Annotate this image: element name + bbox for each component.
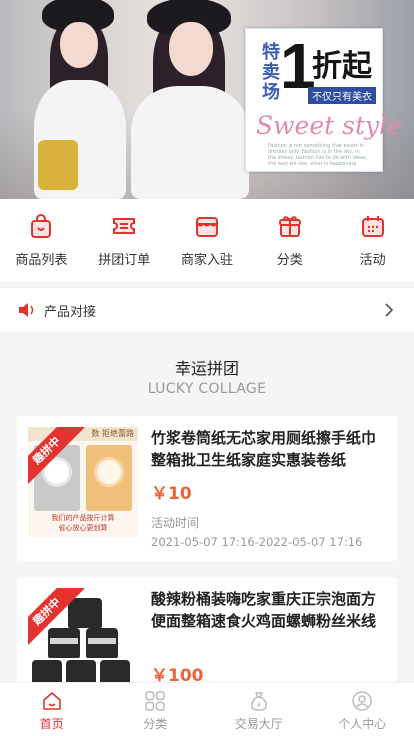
promo-tag: 不仅只有美衣 (308, 87, 376, 104)
user-icon (352, 691, 372, 711)
quicknav-label: 分类 (276, 253, 303, 268)
product-card[interactable]: 趣拼中 酸辣粉桶装嗨吃家重庆正宗泡面方便面整箱速食火鸡面螺蛳粉丝米线 ￥100 (17, 577, 397, 697)
quicknav-label: 商家入驻 (180, 253, 233, 268)
product-price: ￥10 (151, 484, 192, 504)
quicknav-label: 商品列表 (15, 253, 68, 268)
quicknav-label: 活动 (359, 253, 386, 268)
svg-text:¥: ¥ (257, 701, 262, 709)
promo-card: 特卖场 1 折起 不仅只有美衣 Sweet style Fashion is n… (245, 28, 402, 172)
product-card[interactable]: 数 拒绝蕾路 我们的产品按斤计算 省心放心更划算 趣拼中 竹浆卷筒纸无芯家用厕纸… (17, 416, 397, 561)
tab-label: 首页 (39, 717, 64, 731)
product-title: 竹浆卷筒纸无芯家用厕纸擦手纸巾整箱批卫生纸家庭实惠装卷纸 (151, 429, 377, 469)
tab-trading-hall[interactable]: ¥ 交易大厅 (207, 683, 311, 736)
section-subtitle: LUCKY COLLAGE (147, 381, 267, 397)
quicknav-item-group-orders[interactable]: 拼团订单 (83, 199, 166, 282)
promo-vertical-text: 特卖场 (262, 42, 280, 103)
grid-icon (145, 691, 165, 711)
activity-time: 2021-05-07 17:16-2022-05-07 17:16 (151, 535, 363, 549)
tab-category[interactable]: 分类 (104, 683, 208, 736)
promo-fine-print: Fashion is not something that exists in … (268, 143, 368, 167)
banner-model-left (20, 0, 130, 199)
promo-script-text: Sweet style (256, 111, 402, 140)
tab-profile[interactable]: 个人中心 (311, 683, 414, 736)
tab-home[interactable]: 首页 (0, 683, 104, 736)
ticket-icon (113, 218, 136, 234)
quick-nav: 商品列表 拼团订单 商家入驻 分类 活动 (0, 199, 414, 282)
product-title: 酸辣粉桶装嗨吃家重庆正宗泡面方便面整箱速食火鸡面螺蛳粉丝米线 (151, 590, 377, 630)
quicknav-item-product-list[interactable]: 商品列表 (0, 199, 83, 282)
promo-headline: 折起 (312, 49, 372, 84)
banner-model-right (125, 0, 250, 199)
notice-text: 产品对接 (44, 304, 97, 320)
quicknav-item-category[interactable]: 分类 (248, 199, 331, 282)
quicknav-item-merchant-join[interactable]: 商家入驻 (166, 199, 249, 282)
product-image: 数 拒绝蕾路 我们的产品按斤计算 省心放心更划算 趣拼中 (28, 427, 138, 537)
bottom-tab-bar: 首页 分类 ¥ 交易大厅 个人中心 (0, 682, 414, 736)
tab-label: 个人中心 (338, 717, 387, 731)
tab-label: 交易大厅 (234, 717, 283, 731)
speaker-icon (19, 303, 34, 317)
activity-time-label: 活动时间 (151, 516, 200, 530)
tab-label: 分类 (143, 717, 168, 731)
gift-box-icon (278, 216, 301, 237)
shopping-bag-icon (31, 214, 52, 238)
home-icon (42, 692, 61, 710)
thumb-caption-bottom-2: 省心放心更划算 (58, 524, 108, 532)
notice-bar[interactable]: 产品对接 (0, 288, 414, 332)
quicknav-item-activity[interactable]: 活动 (331, 199, 414, 282)
promo-banner[interactable]: 特卖场 1 折起 不仅只有美衣 Sweet style Fashion is n… (0, 0, 414, 199)
product-image: 趣拼中 (28, 588, 138, 697)
store-icon (195, 217, 218, 237)
thumb-caption-bottom: 我们的产品按斤计算 (51, 514, 115, 522)
money-bag-icon: ¥ (250, 692, 267, 711)
calendar-icon (361, 216, 384, 237)
app-page: 特卖场 1 折起 不仅只有美衣 Sweet style Fashion is n… (0, 0, 414, 736)
chevron-right-icon (385, 303, 394, 317)
section-title: 幸运拼团 (174, 359, 239, 378)
quicknav-label: 拼团订单 (98, 253, 151, 268)
